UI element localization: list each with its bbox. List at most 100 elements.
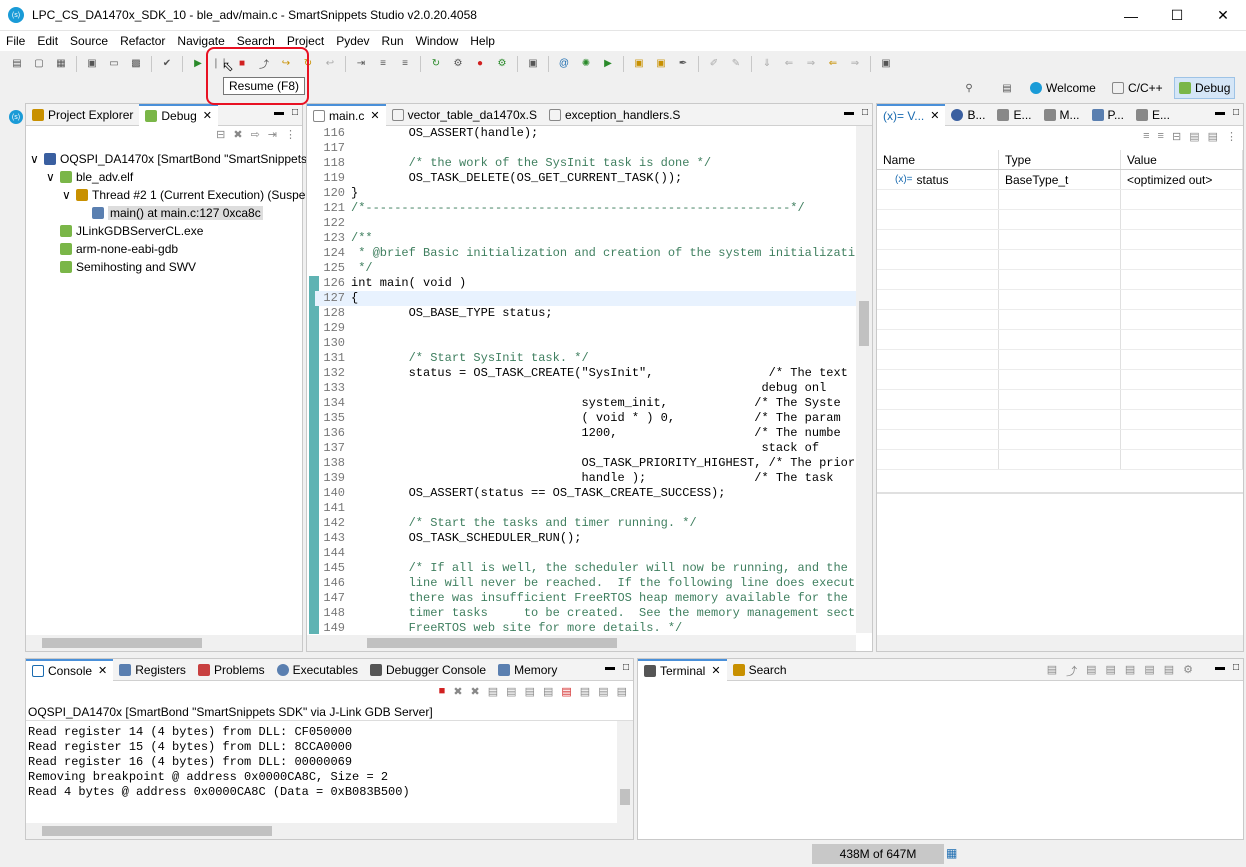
pen-icon[interactable]: ✐: [706, 56, 722, 72]
code-line[interactable]: 139 handle ); /* The task: [315, 471, 856, 486]
show-on-error-icon[interactable]: ▤: [561, 685, 571, 698]
close-icon[interactable]: ✕: [203, 109, 212, 122]
minimize-icon[interactable]: ▬: [844, 107, 854, 118]
new-icon[interactable]: ▤: [9, 56, 25, 72]
menu-help[interactable]: Help: [464, 34, 501, 48]
code-line[interactable]: 124 * @brief Basic initialization and cr…: [315, 246, 856, 261]
code-line[interactable]: 128 OS_BASE_TYPE status;: [315, 306, 856, 321]
code-line[interactable]: 131 /* Start SysInit task. */: [315, 351, 856, 366]
code-line[interactable]: 132 status = OS_TASK_CREATE("SysInit", /…: [315, 366, 856, 381]
heap-status[interactable]: 438M of 647M: [812, 844, 944, 864]
minimize-icon[interactable]: ▬: [1215, 107, 1225, 118]
debug-icon[interactable]: ✺: [578, 56, 594, 72]
tree-item-gdbserver[interactable]: JLinkGDBServerCL.exe: [30, 222, 307, 240]
menu-pydev[interactable]: Pydev: [330, 34, 375, 48]
restart-icon[interactable]: ≡: [375, 56, 391, 72]
back-icon[interactable]: ⇐: [825, 56, 841, 72]
maximize-icon[interactable]: □: [862, 107, 868, 118]
scroll-lock-icon[interactable]: ▤: [506, 685, 516, 698]
code-line[interactable]: 125 */: [315, 261, 856, 276]
tab-expressions-2[interactable]: E...: [1130, 104, 1176, 126]
code-line[interactable]: 118 /* the work of the SysInit task is d…: [315, 156, 856, 171]
code-line[interactable]: 138 OS_TASK_PRIORITY_HIGHEST, /* The pri…: [315, 456, 856, 471]
menu-window[interactable]: Window: [410, 34, 465, 48]
close-window-button[interactable]: ✕: [1200, 0, 1246, 31]
save-all-icon[interactable]: ▦: [53, 56, 69, 72]
minimize-icon[interactable]: ▬: [1215, 662, 1225, 673]
tab-memory[interactable]: Memory: [492, 659, 563, 681]
open-folder-icon[interactable]: ▣: [631, 56, 647, 72]
code-line[interactable]: 130: [315, 336, 856, 351]
column-value[interactable]: Value: [1121, 150, 1243, 169]
search-icon[interactable]: ⚲: [961, 80, 977, 96]
step-filter-icon[interactable]: ⇥: [268, 128, 277, 141]
tab-main-c[interactable]: main.c ✕: [307, 103, 386, 126]
close-icon[interactable]: ✕: [711, 664, 720, 677]
code-line[interactable]: 141: [315, 501, 856, 516]
garbage-collect-icon[interactable]: ▦: [946, 846, 957, 860]
code-line[interactable]: 137 stack of: [315, 441, 856, 456]
last-edit-icon[interactable]: ⇒: [803, 56, 819, 72]
code-line[interactable]: 122: [315, 216, 856, 231]
code-line[interactable]: 134 system_init, /* The Syste: [315, 396, 856, 411]
tab-console[interactable]: Console ✕: [26, 658, 114, 681]
resume-icon[interactable]: ▶: [190, 56, 206, 72]
tab-modules[interactable]: M...: [1038, 104, 1086, 126]
tree-item-thread[interactable]: ∨ Thread #2 1 (Current Execution) (Suspe: [30, 186, 307, 204]
instruction-stepping-icon[interactable]: ⇥: [353, 56, 369, 72]
minimize-button[interactable]: —: [1108, 0, 1154, 31]
tree-item-frame[interactable]: main() at main.c:127 0xca8c: [30, 204, 307, 222]
code-line[interactable]: 147 there was insufficient FreeRTOS heap…: [315, 591, 856, 606]
vertical-scrollbar[interactable]: [617, 721, 633, 823]
tab-registers[interactable]: Registers: [113, 659, 192, 681]
code-line[interactable]: 149 FreeRTOS web site for more details. …: [315, 621, 856, 633]
maximize-icon[interactable]: □: [623, 662, 629, 673]
annotate-icon[interactable]: ✎: [728, 56, 744, 72]
minimize-icon[interactable]: ▬: [605, 662, 615, 673]
tab-breakpoints[interactable]: B...: [945, 104, 991, 126]
menu-navigate[interactable]: Navigate: [171, 34, 230, 48]
minimize-icon[interactable]: ▬: [274, 107, 284, 118]
maximize-icon[interactable]: □: [1233, 107, 1239, 118]
debug-perspective[interactable]: Debug: [1174, 77, 1236, 99]
tree-item-launch[interactable]: ∨ OQSPI_DA1470x [SmartBond "SmartSnippets: [30, 150, 307, 168]
remove-terminated-icon[interactable]: ✖: [233, 128, 242, 141]
view-menu-icon[interactable]: ⋮: [285, 128, 296, 141]
clear-icon[interactable]: ▤: [1125, 663, 1135, 679]
open-folder2-icon[interactable]: ▣: [653, 56, 669, 72]
word-wrap-icon[interactable]: ▤: [525, 685, 535, 698]
tab-problems[interactable]: Problems: [192, 659, 271, 681]
close-icon[interactable]: ✕: [370, 109, 379, 122]
detail-pane-divider[interactable]: [877, 492, 1243, 494]
skip-breakpoints-icon[interactable]: ✔: [159, 56, 175, 72]
collapse-all-icon[interactable]: ⊟: [216, 128, 225, 141]
code-line[interactable]: 119 OS_TASK_DELETE(OS_GET_CURRENT_TASK()…: [315, 171, 856, 186]
tree-item-gdb[interactable]: arm-none-eabi-gdb: [30, 240, 307, 258]
collapse-all-icon[interactable]: ⊟: [1172, 130, 1181, 143]
remove-all-icon[interactable]: ✖: [471, 685, 480, 698]
reset-icon[interactable]: ≡: [397, 56, 413, 72]
menu-search[interactable]: Search: [231, 34, 281, 48]
horizontal-scrollbar[interactable]: [26, 823, 633, 839]
show-type-names-icon[interactable]: ≡: [1143, 130, 1149, 143]
next-annotation-icon[interactable]: ⇓: [759, 56, 775, 72]
code-line[interactable]: 140 OS_ASSERT(status == OS_TASK_CREATE_S…: [315, 486, 856, 501]
menu-source[interactable]: Source: [64, 34, 114, 48]
pin-console-icon[interactable]: ▤: [580, 685, 590, 698]
code-line[interactable]: 127{: [315, 291, 856, 306]
connect-icon[interactable]: ⚙: [450, 56, 466, 72]
breakpoint-icon[interactable]: ●: [472, 56, 488, 72]
clear-console-icon[interactable]: ▤: [488, 685, 498, 698]
build-all-icon[interactable]: ▩: [128, 56, 144, 72]
code-line[interactable]: 145 /* If all is well, the scheduler wil…: [315, 561, 856, 576]
code-line[interactable]: 121/*-----------------------------------…: [315, 201, 856, 216]
menu-file[interactable]: File: [0, 34, 31, 48]
plugin-icon[interactable]: ⚙: [494, 56, 510, 72]
tab-exception-handlers[interactable]: exception_handlers.S: [543, 104, 686, 126]
horizontal-scrollbar[interactable]: [877, 635, 1243, 651]
tab-expressions[interactable]: E...: [991, 104, 1037, 126]
step-return-icon[interactable]: ↩: [322, 56, 338, 72]
new-expression-icon[interactable]: ▤: [1189, 130, 1199, 143]
display-console-icon[interactable]: ▤: [598, 685, 608, 698]
smartsnippets-sidebar-icon[interactable]: (s): [9, 110, 23, 124]
